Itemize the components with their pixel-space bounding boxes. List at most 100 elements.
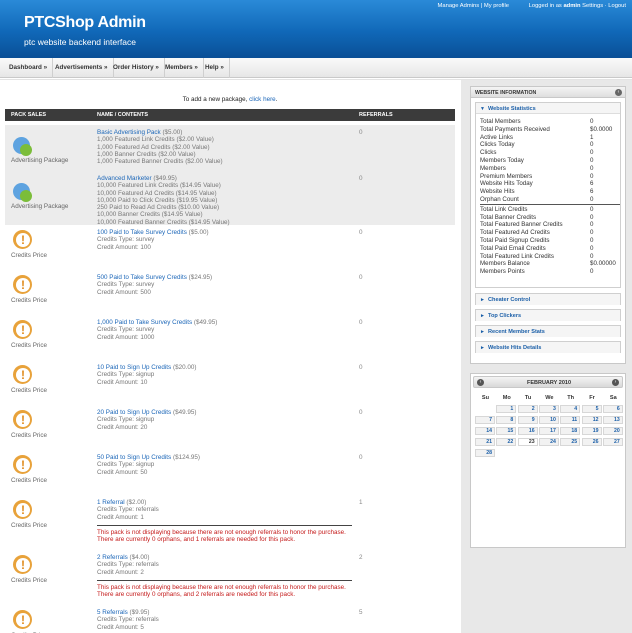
arrow-down-icon: ▼	[480, 106, 485, 112]
package-name-link[interactable]: 1 Referral	[97, 499, 125, 506]
box-header[interactable]: ► Recent Member Stats	[476, 326, 620, 337]
calendar-day[interactable]: 3	[538, 405, 559, 413]
package-content-line: Credits Type: survey	[97, 281, 155, 289]
stat-label: Total Featured Banner Credits	[480, 221, 563, 229]
calendar-day[interactable]: 22	[496, 438, 517, 446]
package-name-link[interactable]: Advanced Marketer	[97, 175, 152, 182]
calendar-day[interactable]: 8	[496, 416, 517, 424]
stat-value: 0	[590, 157, 594, 164]
package-name-link[interactable]: 500 Paid to Take Survey Credits	[97, 274, 187, 281]
package-content-line: 1,000 Featured Ad Credits ($2.00 Value)	[97, 143, 210, 151]
add-package-link[interactable]: click here	[249, 96, 276, 103]
package-content-line: Credit Amount: 1000	[97, 333, 155, 341]
calendar-day[interactable]: 28	[475, 449, 495, 457]
table-row: Advertising Package Advanced Marketer ($4…	[5, 171, 455, 226]
calendar-day[interactable]: 5	[581, 405, 602, 413]
collapsible-box[interactable]: ► Website Hits Details	[475, 341, 621, 353]
calendar-day[interactable]: 16	[517, 427, 538, 435]
calendar-day[interactable]: 17	[538, 427, 559, 435]
referrals-count: 0	[359, 129, 363, 136]
collapsible-box[interactable]: ► Recent Member Stats	[475, 325, 621, 337]
calendar-day[interactable]: 21	[475, 438, 495, 446]
calendar-day[interactable]: 7	[475, 416, 495, 424]
calendar-day[interactable]: 6	[602, 405, 623, 413]
stat-label: Premium Members	[480, 172, 533, 180]
calendar-day[interactable]: 10	[538, 416, 559, 424]
calendar-day-today[interactable]: 23	[517, 438, 538, 446]
collapsible-box[interactable]: ► Cheater Control	[475, 293, 621, 305]
box-header[interactable]: ► Cheater Control	[476, 294, 620, 305]
nav-dashboard[interactable]: Dashboard »	[4, 58, 54, 78]
package-price: ($49.95)	[153, 175, 177, 182]
logout-link[interactable]: Logout	[608, 3, 626, 9]
calendar-day[interactable]: 18	[560, 427, 581, 435]
referrals-count: 0	[359, 274, 363, 281]
nav-members[interactable]: Members »	[160, 58, 204, 78]
collapsible-box[interactable]: ► Top Clickers	[475, 309, 621, 321]
package-name-link[interactable]: 100 Paid to Take Survey Credits	[97, 229, 187, 236]
next-month-icon[interactable]: ›	[612, 379, 619, 386]
stat-label: Clicks	[480, 149, 497, 157]
calendar-day[interactable]: 26	[581, 438, 602, 446]
stat-label: Members Balance	[480, 260, 530, 268]
stat-value: 0	[590, 268, 594, 276]
referrals-count: 0	[359, 364, 363, 371]
calendar-day[interactable]: 25	[560, 438, 581, 446]
table-row: ! Credits Price 1,000 Paid to Take Survey …	[5, 315, 455, 360]
package-name-link[interactable]: 50 Paid to Sign Up Credits	[97, 454, 171, 461]
header: PTCShop Admin ptc website backend interf…	[0, 0, 632, 58]
stat-row: Total Paid Signup Credits 0	[480, 237, 624, 245]
table-row: ! Credits Price 100 Paid to Take Survey Cr…	[5, 225, 455, 270]
calendar-day[interactable]: 2	[517, 405, 538, 413]
calendar-day[interactable]: 4	[560, 405, 581, 413]
stat-value: 0	[590, 172, 594, 180]
calendar-day[interactable]: 13	[602, 416, 623, 424]
package-price: ($5.00)	[162, 129, 183, 136]
calendar-day[interactable]: 19	[581, 427, 602, 435]
calendar-day[interactable]: 20	[602, 427, 623, 435]
calendar-day[interactable]: 27	[602, 438, 623, 446]
calendar-day[interactable]: 14	[475, 427, 495, 435]
stat-label: Active Links	[480, 133, 514, 141]
package-content-line: 250 Paid to Read Ad Credits ($10.00 Valu…	[97, 204, 220, 212]
col-name-contents: NAME / CONTENTS	[97, 112, 149, 118]
website-information-panel: WEBSITE INFORMATION ‹ ▼ Website Statisti…	[470, 86, 626, 364]
stat-row: Active Links 1	[480, 134, 624, 142]
stat-label: Total Banner Credits	[480, 213, 537, 221]
package-content-line: Credit Amount: 20	[97, 423, 148, 431]
calendar-day[interactable]: 11	[560, 416, 581, 424]
nav-advertisements[interactable]: Advertisements »	[50, 58, 114, 78]
calendar-day[interactable]: 9	[517, 416, 538, 424]
package-content-line: Credits Type: signup	[97, 461, 155, 469]
collapse-icon[interactable]: ‹	[615, 89, 622, 96]
package-name-link[interactable]: 1,000 Paid to Take Survey Credits	[97, 319, 192, 326]
package-price: ($124.95)	[172, 454, 200, 461]
stat-label: Members Today	[480, 157, 524, 164]
calendar-day[interactable]: 1	[496, 405, 517, 413]
calendar-day[interactable]: 24	[538, 438, 559, 446]
nav-order-history[interactable]: Order History »	[108, 58, 165, 78]
table-row: ! Credits Price 20 Paid to Sign Up Credits…	[5, 405, 455, 450]
calendar-day[interactable]: 12	[581, 416, 602, 424]
website-statistics-header[interactable]: ▼ Website Statistics	[476, 103, 620, 114]
package-description: 5 Referrals ($9.95) Credits Type: referra…	[97, 609, 352, 631]
settings-link[interactable]: Settings	[582, 3, 603, 9]
package-name-link[interactable]: Basic Advertising Pack	[97, 129, 161, 136]
package-name-link[interactable]: 5 Referrals	[97, 609, 128, 616]
package-name-link[interactable]: 2 Referrals	[97, 554, 128, 561]
nav-help[interactable]: Help »	[200, 58, 230, 78]
box-header[interactable]: ► Top Clickers	[476, 310, 620, 321]
box-header[interactable]: ► Website Hits Details	[476, 342, 620, 353]
package-name-link[interactable]: 10 Paid to Sign Up Credits	[97, 364, 171, 371]
package-name-link[interactable]: 20 Paid to Sign Up Credits	[97, 409, 171, 416]
stat-label: Orphan Count	[480, 196, 519, 203]
package-description: 20 Paid to Sign Up Credits ($49.95) Credi…	[97, 409, 352, 431]
manage-admins-link[interactable]: Manage Admins	[438, 3, 480, 9]
weekday-header: Fr	[589, 395, 595, 401]
stat-value: 0	[590, 244, 594, 252]
warning-icon: !	[11, 229, 33, 251]
calendar-day[interactable]: 15	[496, 427, 517, 435]
package-error-message: This pack is not displaying because ther…	[97, 579, 352, 599]
stat-label: Website Hits	[480, 188, 515, 196]
my-profile-link[interactable]: My profile	[484, 3, 509, 9]
